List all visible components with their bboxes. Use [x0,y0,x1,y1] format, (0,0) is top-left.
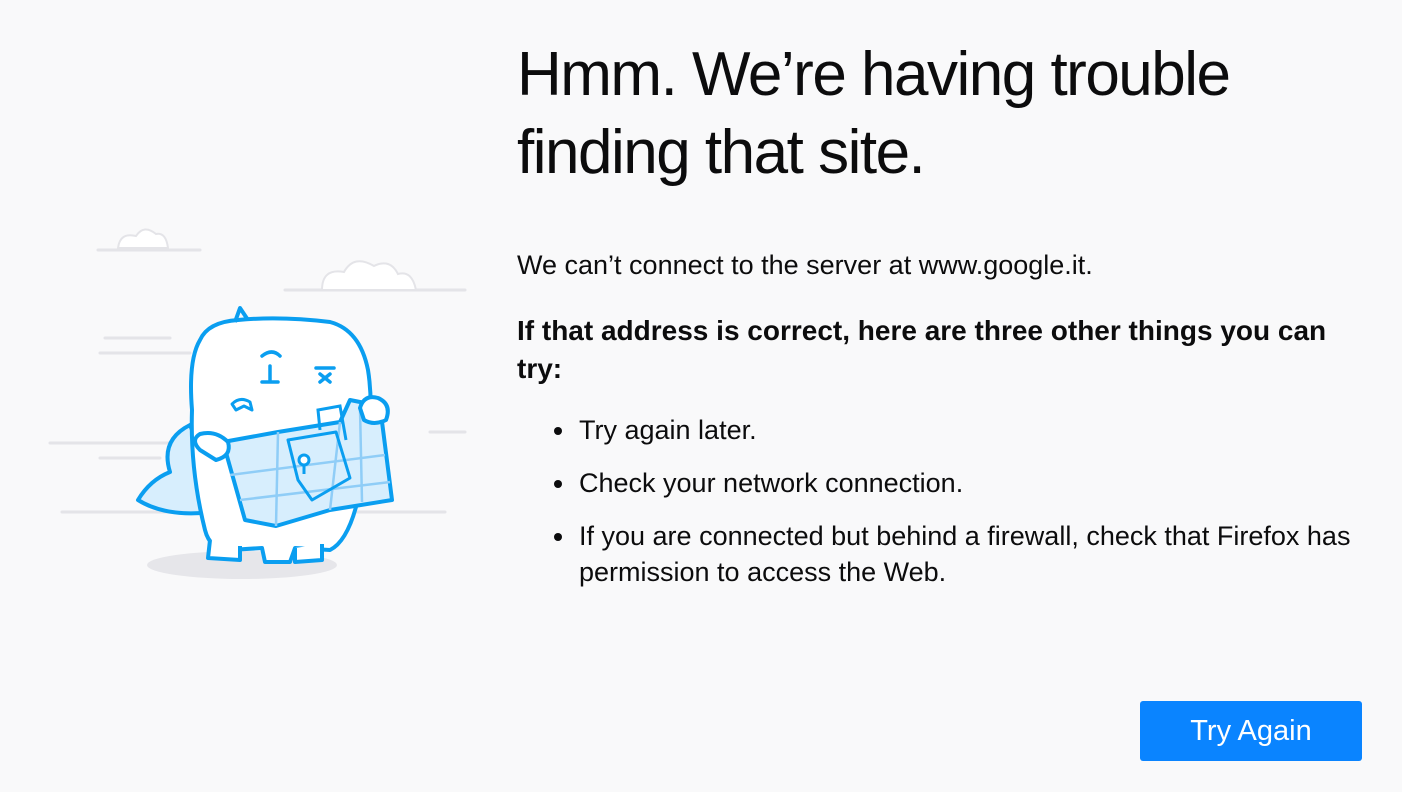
error-page: Hmm. We’re having trouble finding that s… [0,0,1402,792]
suggestion-item: Check your network connection. [577,465,1367,501]
lost-monster-with-map-illustration [48,228,467,579]
error-title: Hmm. We’re having trouble finding that s… [517,40,1231,187]
error-content: Hmm. We’re having trouble finding that s… [517,36,1367,607]
error-description: We can’t connect to the server at www.go… [517,250,1093,280]
suggestion-item: Try again later. [577,412,1367,448]
suggestion-item: If you are connected but behind a firewa… [577,518,1367,590]
suggestions-intro: If that address is correct, here are thr… [517,315,1327,384]
try-again-button[interactable]: Try Again [1140,701,1362,761]
suggestions-list: Try again later. Check your network conn… [517,412,1367,590]
